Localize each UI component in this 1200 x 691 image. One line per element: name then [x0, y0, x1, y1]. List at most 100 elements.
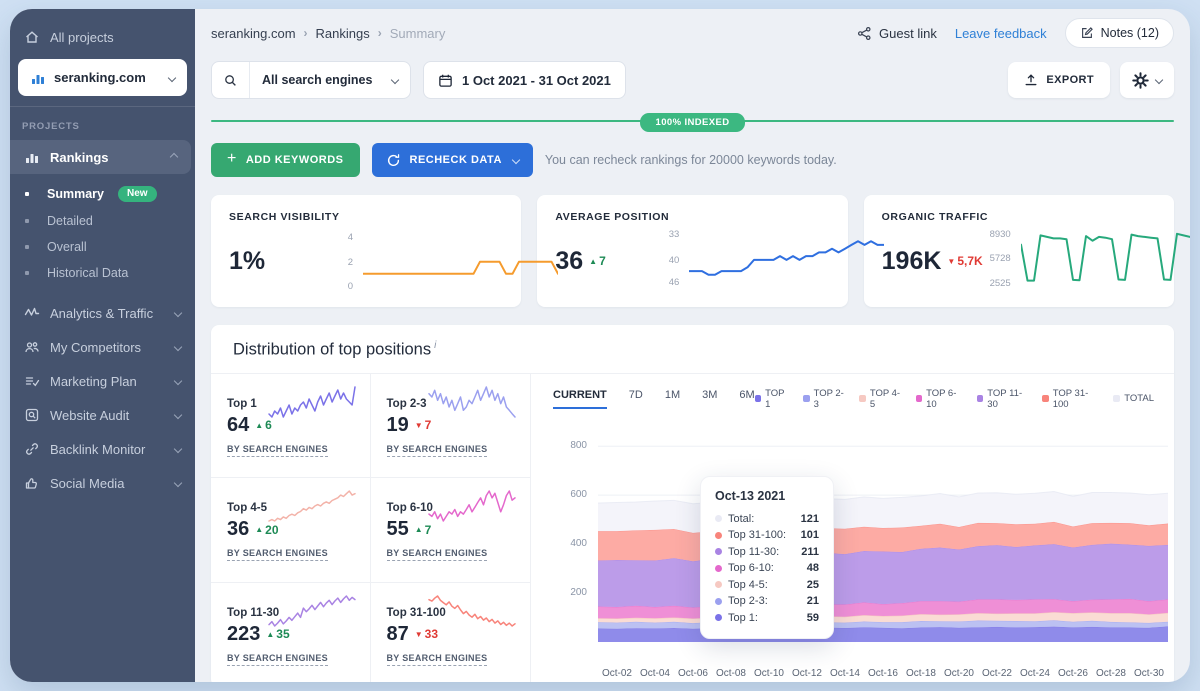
distribution-title: Distribution of top positionsi — [211, 325, 1174, 374]
legend-top1[interactable]: TOP 1 — [755, 388, 790, 410]
project-chart-icon — [30, 70, 46, 86]
home-icon — [24, 29, 40, 45]
card-title: ORGANIC TRAFFIC — [882, 211, 1156, 223]
cell-value: 36 — [227, 518, 249, 541]
date-range-picker[interactable]: 1 Oct 2021 - 31 Oct 2021 — [423, 61, 626, 99]
sidebar-item-rankings[interactable]: Rankings — [10, 140, 191, 174]
tab-6m[interactable]: 6M — [739, 389, 754, 409]
top11-30-cell: Top 11-30 223 ▲35 BY SEARCH ENGINES — [211, 583, 371, 683]
sidebar-item-marketing-plan[interactable]: Marketing Plan — [10, 364, 195, 398]
by-search-engines-link[interactable]: BY SEARCH ENGINES — [387, 444, 488, 457]
website-audit-icon — [24, 407, 40, 423]
value-text: 36 — [555, 247, 583, 276]
x-tick-label: Oct-26 — [1052, 668, 1094, 679]
tooltip-value: 25 — [807, 579, 819, 591]
sidebar-item-my-competitors[interactable]: My Competitors — [10, 330, 195, 364]
tooltip-label: Top 1: — [728, 612, 801, 624]
breadcrumb-rankings[interactable]: Rankings — [316, 26, 370, 41]
sidebar-item-social-media[interactable]: Social Media — [10, 466, 195, 500]
sidebar-item-analytics-traffic[interactable]: Analytics & Traffic — [10, 296, 195, 330]
top1-cell: Top 1 64 ▲6 BY SEARCH ENGINES — [211, 374, 371, 479]
sidebar-item-backlink-monitor[interactable]: Backlink Monitor — [10, 432, 195, 466]
tooltip-label: Top 2-3: — [728, 595, 801, 607]
legend-label: TOP 6-10 — [926, 388, 964, 410]
cell-value: 87 — [387, 623, 409, 646]
settings-button[interactable] — [1120, 62, 1174, 98]
value-text: 196K — [882, 247, 942, 276]
keyword-actions: + ADD KEYWORDS RECHECK DATA You can rech… — [211, 143, 1174, 177]
rankings-label: Rankings — [50, 150, 161, 165]
notes-button[interactable]: Notes (12) — [1065, 18, 1174, 48]
all-projects-link[interactable]: All projects — [10, 21, 195, 53]
tooltip-label: Total: — [728, 513, 795, 525]
historical-data-label: Historical Data — [37, 266, 128, 280]
delta-value: 7 — [599, 254, 606, 268]
sidebar-item-overall[interactable]: Overall — [10, 234, 195, 260]
sidebar-item-historical-data[interactable]: Historical Data — [10, 260, 195, 286]
upload-icon — [1024, 73, 1038, 87]
top2-3-cell: Top 2-3 19 ▼7 BY SEARCH ENGINES — [371, 374, 531, 479]
x-tick-label: Oct-16 — [862, 668, 904, 679]
delta-value: 33 — [425, 627, 438, 641]
date-range-value: 1 Oct 2021 - 31 Oct 2021 — [462, 73, 611, 88]
recheck-data-label: RECHECK DATA — [410, 154, 502, 166]
breadcrumb-summary: Summary — [390, 26, 446, 41]
new-badge: New — [118, 186, 157, 202]
export-button[interactable]: EXPORT — [1008, 62, 1110, 98]
search-visibility-card: SEARCH VISIBILITY 1% 420 — [211, 195, 521, 307]
delta-badge: ▼5,7K — [947, 254, 982, 268]
positions-chart[interactable]: 200400600800 Oct-02Oct-04Oct-06Oct-08Oct… — [553, 420, 1154, 680]
legend-total[interactable]: TOTAL — [1113, 393, 1154, 404]
x-tick-label: Oct-18 — [900, 668, 942, 679]
by-search-engines-link[interactable]: BY SEARCH ENGINES — [387, 653, 488, 666]
sidebar-item-summary[interactable]: Summary New — [10, 180, 195, 208]
sidebar-item-website-audit[interactable]: Website Audit — [10, 398, 195, 432]
cell-value: 223 — [227, 623, 260, 646]
delta-badge: ▲6 — [255, 418, 272, 432]
project-selector[interactable]: seranking.com — [18, 59, 187, 96]
by-search-engines-link[interactable]: BY SEARCH ENGINES — [387, 548, 488, 561]
social-media-icon — [24, 475, 40, 491]
tab-3m[interactable]: 3M — [702, 389, 717, 409]
legend-top31-100[interactable]: TOP 31-100 — [1042, 388, 1100, 410]
top31-100-sparkline — [426, 593, 518, 629]
distribution-title-text: Distribution of top positions — [233, 341, 431, 359]
breadcrumb-project[interactable]: seranking.com — [211, 26, 296, 41]
by-search-engines-link[interactable]: BY SEARCH ENGINES — [227, 444, 328, 457]
legend-swatch — [859, 395, 865, 402]
y-tick-label: 800 — [553, 440, 587, 451]
legend-top6-10[interactable]: TOP 6-10 — [916, 388, 964, 410]
bullet-icon — [25, 192, 29, 196]
y-tick-label: 600 — [553, 489, 587, 500]
card-title: AVERAGE POSITION — [555, 211, 829, 223]
top31-100-cell: Top 31-100 87 ▼33 BY SEARCH ENGINES — [371, 583, 531, 683]
organic-traffic-value: 196K ▼5,7K — [882, 247, 983, 276]
guest-link-button[interactable]: Guest link — [857, 26, 937, 41]
edit-icon — [1080, 26, 1094, 40]
tab-current[interactable]: CURRENT — [553, 389, 607, 409]
bullet-icon — [25, 245, 29, 249]
organic-traffic-chart: 893057282525 — [983, 223, 1156, 299]
tab-7d[interactable]: 7D — [629, 389, 643, 409]
tab-1m[interactable]: 1M — [665, 389, 680, 409]
by-search-engines-link[interactable]: BY SEARCH ENGINES — [227, 653, 328, 666]
search-visibility-chart: 420 — [325, 223, 503, 299]
chevron-down-icon — [174, 343, 182, 351]
sidebar-item-detailed[interactable]: Detailed — [10, 208, 195, 234]
legend-label: TOP 1 — [765, 388, 790, 410]
chevron-up-icon — [170, 153, 178, 161]
search-engines-select[interactable]: All search engines — [211, 61, 411, 99]
by-search-engines-link[interactable]: BY SEARCH ENGINES — [227, 548, 328, 561]
add-keywords-button[interactable]: + ADD KEYWORDS — [211, 143, 360, 177]
legend-top4-5[interactable]: TOP 4-5 — [859, 388, 902, 410]
legend-top11-30[interactable]: TOP 11-30 — [977, 388, 1029, 410]
visibility-line-chart — [363, 227, 558, 289]
leave-feedback-link[interactable]: Leave feedback — [955, 26, 1047, 41]
info-icon[interactable]: i — [434, 340, 436, 351]
delta-value: 6 — [265, 418, 272, 432]
recheck-data-button[interactable]: RECHECK DATA — [372, 143, 533, 177]
legend-top2-3[interactable]: TOP 2-3 — [803, 388, 846, 410]
chevron-down-icon — [174, 411, 182, 419]
sidebar-divider — [10, 106, 195, 107]
calendar-icon — [438, 73, 453, 88]
